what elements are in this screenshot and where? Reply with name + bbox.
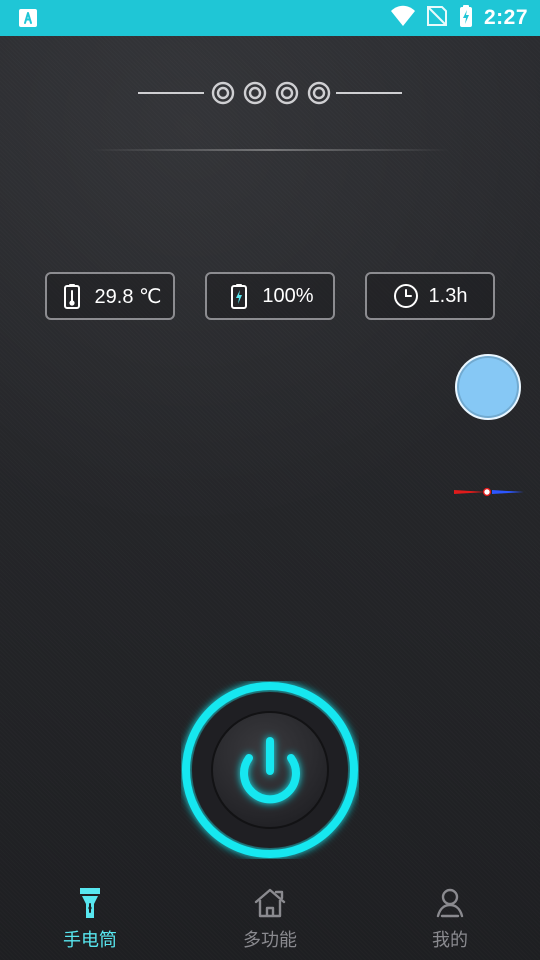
bottom-navigation: 手电筒 多功能 我的 xyxy=(0,872,540,960)
battery-charging-icon xyxy=(458,4,474,33)
status-bar: 2:27 xyxy=(0,0,540,36)
temperature-value: 29.8 ℃ xyxy=(94,285,162,308)
power-button[interactable] xyxy=(181,681,359,859)
runtime-value: 1.3h xyxy=(428,284,468,307)
temperature-chip: 29.8 ℃ xyxy=(45,272,175,320)
compass-needle xyxy=(452,482,526,502)
profile-icon xyxy=(433,886,467,920)
home-icon xyxy=(253,886,287,920)
status-time: 2:27 xyxy=(483,6,528,29)
battery-value: 100% xyxy=(262,284,314,307)
time-chip: 1.3h xyxy=(365,272,495,320)
thermometer-battery-icon xyxy=(59,283,85,309)
tab-profile-label: 我的 xyxy=(432,930,468,950)
tab-flashlight-label: 手电筒 xyxy=(63,930,117,950)
app-a-icon xyxy=(18,8,38,28)
battery-charging-icon xyxy=(226,283,252,309)
tab-multifunction-label: 多功能 xyxy=(243,930,297,950)
tab-multifunction[interactable]: 多功能 xyxy=(180,886,360,952)
header-divider xyxy=(90,149,450,151)
no-sim-icon xyxy=(426,5,448,32)
clock-icon xyxy=(393,283,419,309)
floating-widget-button[interactable] xyxy=(455,354,521,420)
wifi-icon xyxy=(390,5,416,32)
battery-chip: 100% xyxy=(205,272,335,320)
flashlight-icon xyxy=(73,886,107,920)
tab-flashlight[interactable]: 手电筒 xyxy=(0,886,180,952)
tab-profile[interactable]: 我的 xyxy=(360,886,540,952)
status-icons: 2:27 xyxy=(390,4,528,33)
ornament-line xyxy=(0,76,540,116)
